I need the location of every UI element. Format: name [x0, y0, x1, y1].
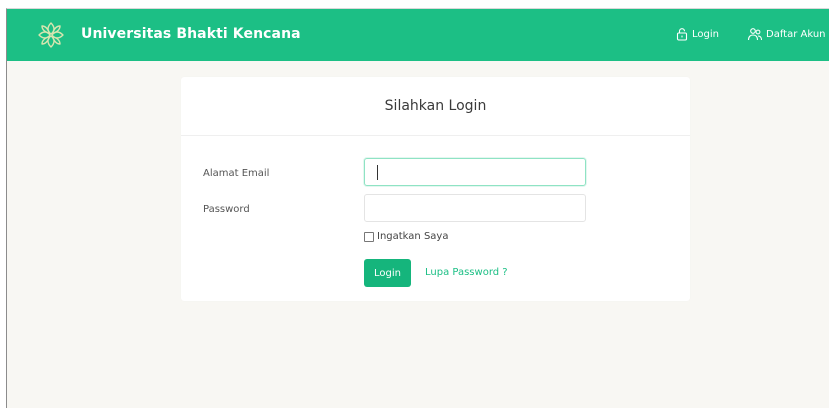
- nav-register-link[interactable]: Daftar Akun: [747, 24, 826, 44]
- password-input[interactable]: [364, 194, 586, 222]
- top-navbar: Universitas Bhakti Kencana Login Daftar …: [7, 9, 829, 61]
- login-button[interactable]: Login: [364, 259, 411, 287]
- lock-icon: [676, 28, 688, 41]
- password-label: Password: [203, 204, 250, 215]
- email-label: Alamat Email: [203, 168, 270, 179]
- login-card-title: Silahkan Login: [181, 77, 690, 136]
- remember-label: Ingatkan Saya: [377, 231, 449, 242]
- login-card: Silahkan Login Alamat Email Password Ing…: [181, 77, 690, 301]
- nav-login-link[interactable]: Login: [675, 24, 719, 44]
- remember-checkbox[interactable]: [364, 231, 374, 242]
- forgot-password-link[interactable]: Lupa Password ?: [425, 267, 508, 278]
- text-caret: [377, 165, 378, 180]
- nav-register-label: Daftar Akun: [766, 28, 826, 40]
- brand-name[interactable]: Universitas Bhakti Kencana: [81, 26, 301, 42]
- nav-login-label: Login: [692, 28, 719, 40]
- university-logo-icon: [38, 22, 64, 48]
- users-icon: [747, 28, 762, 41]
- email-input[interactable]: [364, 158, 586, 186]
- remember-me[interactable]: Ingatkan Saya: [364, 231, 448, 242]
- browser-viewport: Universitas Bhakti Kencana Login Daftar …: [6, 8, 829, 408]
